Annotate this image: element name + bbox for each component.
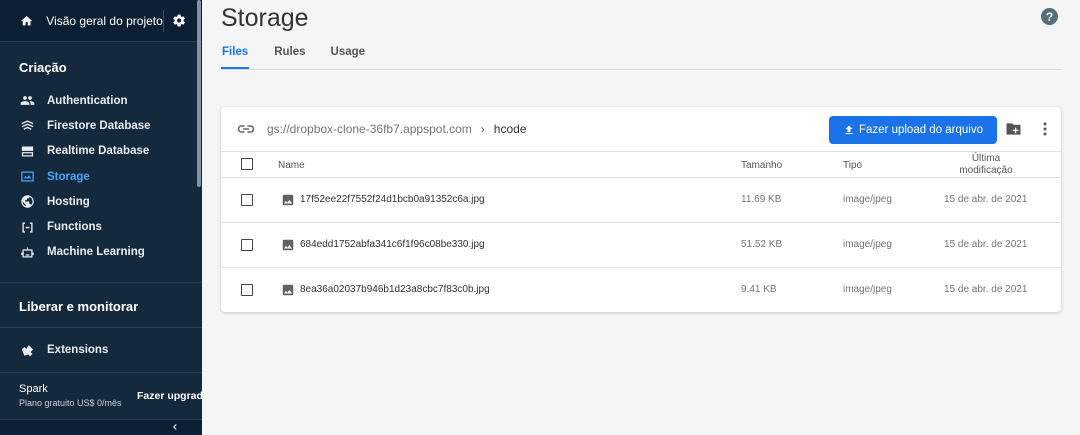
- upload-icon: [845, 125, 853, 134]
- file-size: 9.41 KB: [741, 284, 777, 295]
- nav-list: Authentication Firestore Database Realti…: [0, 88, 202, 265]
- section-criacao: Criação: [19, 60, 67, 75]
- upload-label: Fazer upload do arquivo: [858, 124, 984, 136]
- section-liberar-monitorar[interactable]: Liberar e monitorar: [0, 299, 138, 314]
- table-header: Name Tamanho Tipo Última modificação: [221, 152, 1061, 178]
- sidebar-item-realtime-database[interactable]: Realtime Database: [0, 139, 202, 164]
- image-file-icon: [282, 194, 294, 206]
- sidebar-item-functions[interactable]: Functions: [0, 214, 202, 239]
- file-modified: 15 de abr. de 2021: [944, 239, 1028, 250]
- extensions-icon: [21, 345, 34, 357]
- globe-icon: [21, 195, 34, 209]
- firestore-icon: [21, 120, 34, 131]
- sidebar-item-storage[interactable]: Storage: [0, 164, 202, 189]
- people-icon: [20, 96, 35, 106]
- sidebar-item-label: Extensions: [47, 343, 109, 356]
- sidebar-footer: [0, 419, 202, 435]
- image-file-icon: [282, 284, 294, 296]
- image-file-icon: [282, 239, 294, 251]
- page-title: Storage: [221, 4, 309, 32]
- breadcrumb: gs://dropbox-clone-36fb7.appspot.com › h…: [267, 122, 527, 136]
- more-vert-icon[interactable]: [1040, 121, 1050, 137]
- file-modified: 15 de abr. de 2021: [944, 194, 1028, 205]
- project-overview-link[interactable]: Visão geral do projeto: [46, 14, 163, 28]
- column-size[interactable]: Tamanho: [741, 160, 782, 171]
- home-icon[interactable]: [20, 14, 33, 28]
- tab-divider: [221, 69, 1061, 70]
- column-type[interactable]: Tipo: [843, 160, 862, 171]
- upload-file-button[interactable]: Fazer upload do arquivo: [829, 116, 997, 144]
- main-content: Storage ? Files Rules Usage gs://dropbox…: [202, 0, 1080, 435]
- robot-icon: [21, 247, 34, 258]
- plan-info: Spark Plano gratuito US$ 0/mês: [19, 383, 122, 408]
- file-size: 51.52 KB: [741, 239, 783, 250]
- column-name[interactable]: Name: [278, 160, 305, 171]
- sidebar-item-label: Authentication: [47, 94, 128, 107]
- header-divider: [162, 9, 164, 32]
- files-card: gs://dropbox-clone-36fb7.appspot.com › h…: [221, 107, 1061, 312]
- file-size: 11.69 KB: [741, 194, 782, 205]
- row-checkbox[interactable]: [241, 239, 253, 251]
- plan-name: Spark: [19, 383, 48, 395]
- file-type: image/jpeg: [843, 239, 892, 250]
- upgrade-button[interactable]: Fazer upgrade: [137, 390, 202, 402]
- sidebar-item-label: Machine Learning: [47, 246, 145, 259]
- file-type: image/jpeg: [843, 284, 892, 295]
- file-modified: 15 de abr. de 2021: [944, 284, 1028, 295]
- file-name[interactable]: 17f52ee22f7552f24d1bcb0a91352c6a.jpg: [300, 194, 485, 205]
- column-modified[interactable]: Última modificação: [944, 153, 1028, 177]
- new-folder-icon[interactable]: [1005, 122, 1022, 136]
- file-name[interactable]: 684edd1752abfa341c6f1f96c08be330.jpg: [300, 239, 485, 250]
- select-all-checkbox[interactable]: [241, 158, 253, 170]
- tab-usage[interactable]: Usage: [331, 46, 366, 69]
- sidebar-item-extensions[interactable]: Extensions: [0, 337, 108, 362]
- current-folder[interactable]: hcode: [494, 122, 527, 136]
- sidebar-item-machine-learning[interactable]: Machine Learning: [0, 240, 202, 265]
- table-row[interactable]: 17f52ee22f7552f24d1bcb0a91352c6a.jpg 11.…: [221, 178, 1061, 223]
- sidebar-item-label: Functions: [47, 221, 102, 234]
- collapse-chevron-icon[interactable]: [170, 422, 180, 432]
- database-icon: [21, 146, 34, 157]
- row-checkbox[interactable]: [241, 194, 253, 206]
- chevron-right-icon: ›: [480, 122, 485, 136]
- sidebar-item-authentication[interactable]: Authentication: [0, 88, 202, 113]
- file-name[interactable]: 8ea36a02037b946b1d23a8cbc7f83c0b.jpg: [300, 284, 490, 295]
- link-icon[interactable]: [237, 122, 255, 136]
- sidebar-divider: [0, 282, 202, 283]
- table-row[interactable]: 684edd1752abfa341c6f1f96c08be330.jpg 51.…: [221, 223, 1061, 268]
- sidebar-divider: [0, 372, 202, 373]
- column-modified-line1: Última: [971, 153, 1001, 164]
- column-modified-line2: modificação: [959, 165, 1013, 176]
- table-row[interactable]: 8ea36a02037b946b1d23a8cbc7f83c0b.jpg 9.4…: [221, 268, 1061, 313]
- sidebar-item-label: Hosting: [47, 195, 90, 208]
- row-checkbox[interactable]: [241, 284, 253, 296]
- tab-bar: Files Rules Usage: [221, 46, 390, 69]
- sidebar-item-label: Storage: [47, 170, 90, 183]
- files-toolbar: gs://dropbox-clone-36fb7.appspot.com › h…: [221, 107, 1061, 152]
- project-header: Visão geral do projeto: [0, 0, 202, 42]
- gear-icon[interactable]: [172, 13, 186, 28]
- sidebar-item-hosting[interactable]: Hosting: [0, 189, 202, 214]
- tab-rules[interactable]: Rules: [274, 46, 305, 69]
- plan-description: Plano gratuito US$ 0/mês: [19, 398, 122, 408]
- sidebar-item-firestore[interactable]: Firestore Database: [0, 113, 202, 138]
- bucket-path[interactable]: gs://dropbox-clone-36fb7.appspot.com: [267, 122, 472, 136]
- sidebar: Visão geral do projeto Criação Authentic…: [0, 0, 202, 435]
- help-icon[interactable]: ?: [1041, 8, 1058, 25]
- file-type: image/jpeg: [843, 194, 892, 205]
- sidebar-item-label: Realtime Database: [47, 145, 150, 158]
- functions-icon: [22, 222, 33, 233]
- sidebar-item-label: Firestore Database: [47, 119, 151, 132]
- storage-icon: [21, 171, 34, 182]
- tab-files[interactable]: Files: [221, 46, 250, 69]
- sidebar-divider: [0, 327, 202, 328]
